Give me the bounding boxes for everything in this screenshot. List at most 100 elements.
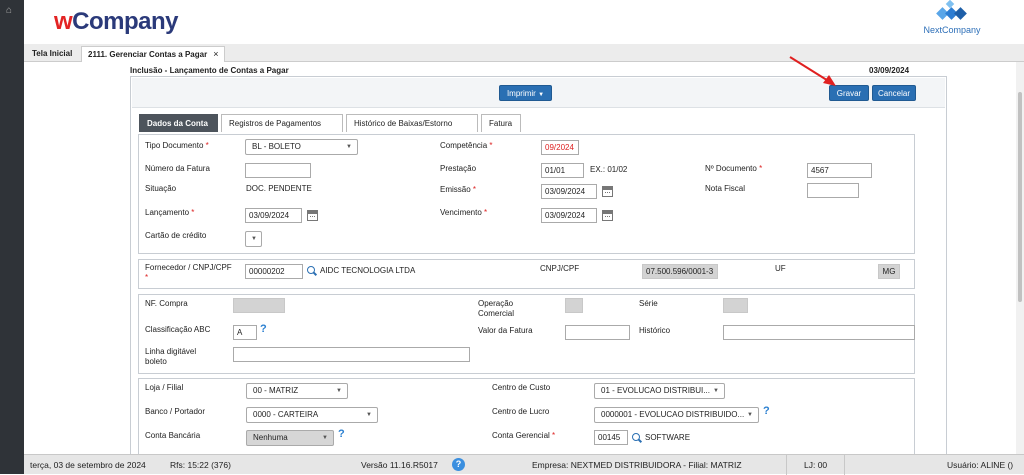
nextcompany-logo-icon	[932, 0, 972, 24]
status-datetime: terça, 03 de setembro de 2024	[30, 460, 146, 470]
situacao-label: Situação	[145, 184, 177, 193]
left-rail: ⌂	[0, 0, 24, 474]
lancamento-label: Lançamento *	[145, 208, 195, 217]
vencimento-input[interactable]: 03/09/2024	[541, 208, 597, 223]
nf-compra-input	[233, 298, 285, 313]
page-title: Inclusão - Lançamento de Contas a Pagar	[130, 66, 289, 75]
status-lj: LJ: 00	[804, 460, 828, 470]
company-logo: wCompany	[54, 8, 179, 35]
n-documento-input[interactable]: 4567	[807, 163, 872, 178]
operacao-comercial-label: Operação Comercial	[478, 299, 515, 318]
centro-lucro-label: Centro de Lucro	[492, 407, 550, 416]
status-version: Versão 11.16.R5017	[361, 460, 438, 470]
nextcompany-logo: NextCompany	[922, 0, 982, 35]
numero-fatura-input[interactable]	[245, 163, 311, 178]
conta-gerencial-name: SOFTWARE	[645, 433, 691, 442]
historico-label: Histórico	[639, 326, 671, 335]
conta-bancaria-select[interactable]: Nenhuma ▼	[246, 430, 334, 446]
toolbar: Imprimir ▼ Gravar Cancelar	[132, 78, 945, 108]
centro-custo-label: Centro de Custo	[492, 383, 551, 392]
fornecedor-name: AIDC TECNOLOGIA LTDA	[320, 266, 416, 275]
header: wCompany NextCompany	[24, 0, 1024, 44]
help-icon[interactable]: ?	[763, 405, 770, 417]
purchase-panel: NF. Compra Operação Comercial Série Class…	[138, 294, 915, 374]
tab-historico-baixas[interactable]: Histórico de Baixas/Estorno	[346, 114, 478, 132]
help-icon[interactable]: ?	[260, 323, 267, 335]
centro-custo-select[interactable]: 01 - EVOLUCAO DISTRIBUI... ▼	[594, 383, 725, 399]
tab-fatura[interactable]: Fatura	[481, 114, 521, 132]
close-icon[interactable]: ×	[213, 49, 218, 59]
historico-input[interactable]	[723, 325, 915, 340]
status-bar: terça, 03 de setembro de 2024 Rfs: 15:22…	[24, 454, 1024, 475]
content-area: Inclusão - Lançamento de Contas a Pagar …	[24, 62, 1024, 466]
print-button[interactable]: Imprimir ▼	[499, 85, 552, 101]
conta-gerencial-code-input[interactable]: 00145	[594, 430, 628, 445]
fornecedor-label: Fornecedor / CNPJ/CPF *	[145, 263, 232, 282]
emissao-input[interactable]: 03/09/2024	[541, 184, 597, 199]
situacao-value: DOC. PENDENTE	[246, 184, 312, 193]
tab-tela-inicial[interactable]: Tela Inicial	[26, 46, 78, 62]
competencia-label: Competência *	[440, 141, 493, 150]
classificacao-abc-input[interactable]: A	[233, 325, 257, 340]
linha-digitavel-input[interactable]	[233, 347, 470, 362]
help-icon[interactable]: ?	[338, 428, 345, 440]
uf-label: UF	[775, 264, 786, 273]
chevron-down-icon: ▼	[538, 92, 545, 98]
chevron-down-icon: ▼	[322, 435, 328, 441]
chevron-down-icon: ▼	[336, 388, 342, 394]
emissao-label: Emissão *	[440, 185, 477, 194]
page-date: 03/09/2024	[869, 66, 910, 75]
vencimento-label: Vencimento *	[440, 208, 488, 217]
account-panel: Tipo Documento * BL - BOLETO ▼ Competênci…	[138, 134, 915, 254]
classificacao-abc-label: Classificação ABC	[145, 325, 211, 334]
cartao-credito-select[interactable]: ▼	[245, 231, 262, 247]
calendar-icon[interactable]	[307, 210, 318, 221]
competencia-input[interactable]: 09/2024	[541, 140, 579, 155]
centro-lucro-select[interactable]: 0000001 - EVOLUCAO DISTRIBUIDO... ▼	[594, 407, 759, 423]
status-separator	[786, 455, 787, 475]
banco-portador-label: Banco / Portador	[145, 407, 206, 416]
banco-portador-select[interactable]: 0000 - CARTEIRA ▼	[246, 407, 378, 423]
chevron-down-icon: ▼	[713, 388, 719, 394]
cnpj-label: CNPJ/CPF	[540, 264, 580, 273]
tipo-documento-select[interactable]: BL - BOLETO ▼	[245, 139, 358, 155]
page-scrollbar[interactable]	[1016, 62, 1024, 454]
chevron-down-icon: ▼	[366, 412, 372, 418]
tipo-documento-label: Tipo Documento *	[145, 141, 209, 150]
search-icon[interactable]	[307, 266, 317, 276]
status-separator	[844, 455, 845, 475]
calendar-icon[interactable]	[602, 210, 613, 221]
cnpj-value: 07.500.596/0001-3	[642, 264, 718, 279]
help-icon[interactable]: ?	[452, 458, 465, 471]
nota-fiscal-input[interactable]	[807, 183, 859, 198]
valor-fatura-input[interactable]	[565, 325, 630, 340]
scrollbar-thumb[interactable]	[1018, 92, 1022, 302]
serie-label: Série	[639, 299, 658, 308]
nf-compra-label: NF. Compra	[145, 299, 188, 308]
fornecedor-code-input[interactable]: 00000202	[245, 264, 303, 279]
conta-bancaria-label: Conta Bancária	[145, 431, 201, 440]
search-icon[interactable]	[632, 433, 642, 443]
tab-registros-pagamentos[interactable]: Registros de Pagamentos	[221, 114, 343, 132]
prestacao-hint: EX.: 01/02	[590, 165, 628, 174]
numero-fatura-label: Número da Fatura	[145, 164, 210, 173]
chevron-down-icon: ▼	[747, 412, 753, 418]
status-rfs: Rfs: 15:22 (376)	[170, 460, 231, 470]
prestacao-label: Prestação	[440, 164, 477, 173]
tab-gerenciar-contas[interactable]: 2111. Gerenciar Contas a Pagar ×	[81, 46, 226, 62]
home-icon[interactable]: ⌂	[6, 5, 12, 16]
uf-value: MG	[878, 264, 900, 279]
finance-panel: Loja / Filial 00 - MATRIZ ▼ Centro de Cus…	[138, 378, 915, 458]
prestacao-input[interactable]: 01/01	[541, 163, 584, 178]
calendar-icon[interactable]	[602, 186, 613, 197]
tab-dados-da-conta[interactable]: Dados da Conta	[139, 114, 218, 132]
cancel-button[interactable]: Cancelar	[872, 85, 916, 101]
status-empresa: Empresa: NEXTMED DISTRIBUIDORA - Filial:…	[532, 460, 742, 470]
save-button[interactable]: Gravar	[829, 85, 869, 101]
loja-filial-select[interactable]: 00 - MATRIZ ▼	[246, 383, 348, 399]
chevron-down-icon: ▼	[346, 144, 352, 150]
supplier-panel: Fornecedor / CNPJ/CPF * 00000202 AIDC TEC…	[138, 259, 915, 289]
lancamento-input[interactable]: 03/09/2024	[245, 208, 302, 223]
linha-digitavel-label: Linha digitável boleto	[145, 347, 197, 366]
chevron-down-icon: ▼	[251, 236, 257, 242]
